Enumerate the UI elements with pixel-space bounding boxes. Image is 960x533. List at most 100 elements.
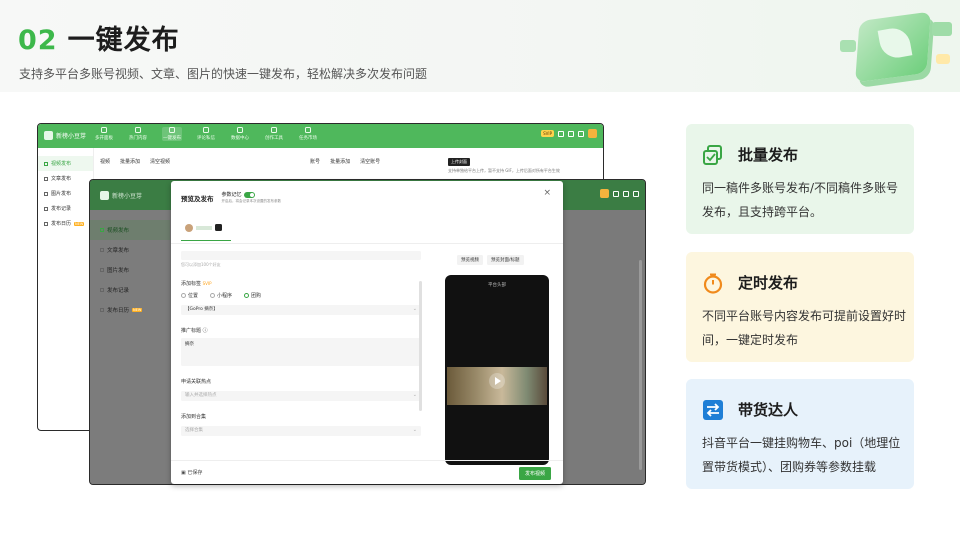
user-icon[interactable] <box>578 130 584 137</box>
phone-preview: 平台头部 <box>445 275 549 465</box>
grid-icon <box>101 127 107 133</box>
clear-account-button[interactable]: 清空账号 <box>360 158 380 165</box>
radio-location[interactable]: 位置 <box>181 292 198 299</box>
nav-tasks[interactable]: 任务市场 <box>298 127 318 141</box>
article-icon <box>44 176 48 181</box>
group-buy-select[interactable]: 【GoPro 摘奈】 <box>181 304 421 315</box>
exchange-icon <box>703 400 723 420</box>
section-title: 一键发布 <box>67 25 180 56</box>
sidebar-item-video[interactable]: 视频发布 <box>38 156 93 171</box>
shop-icon <box>305 127 311 133</box>
feature-card-batch: 批量发布 同一稿件多账号发布/不同稿件多账号发布，且支持跨平台。 <box>686 124 914 234</box>
nav-one-click-publish[interactable]: 一键发布 <box>162 127 182 141</box>
location-label: 添加标签 SVIP <box>181 281 212 287</box>
minimize-icon[interactable] <box>613 190 619 197</box>
card-body: 不同平台账号内容发布可提前设置好时间，一键定时发布 <box>702 309 907 347</box>
avatar[interactable] <box>588 129 597 138</box>
titlebar-actions-front <box>600 189 639 198</box>
section-number: 02 <box>18 25 58 56</box>
new-badge: NEW <box>74 221 85 226</box>
leaf-illustration-icon <box>836 10 956 88</box>
form-scrollbar[interactable] <box>419 281 422 411</box>
cover-tip: 上传封面 支持单独给平台上传，暂不支持 GIF，上传后面对所有平台生效 <box>448 158 560 173</box>
bell-icon[interactable] <box>558 130 564 137</box>
clear-video-button[interactable]: 清空视频 <box>150 158 170 165</box>
sidebar-item-image[interactable]: 图片发布 <box>90 260 170 280</box>
svip-badge: SVIP <box>202 281 212 286</box>
app-brand: 新榜小豆芽 <box>44 131 86 140</box>
publish-video-button[interactable]: 发布视频 <box>518 467 551 480</box>
param-memory: 参数记忆 <box>222 191 282 198</box>
video-label: 视频 <box>100 158 111 165</box>
list-icon <box>44 206 48 211</box>
close-icon[interactable]: × <box>543 188 551 198</box>
upload-cover-button[interactable]: 上传封面 <box>448 158 470 166</box>
feature-card-timing: 定时发布 不同平台账号内容发布可提前设置好时间，一键定时发布 <box>686 252 914 362</box>
scrollbar[interactable] <box>639 260 642 470</box>
account-label: 账号 <box>310 158 321 165</box>
nav-multi-panel[interactable]: 多开面板 <box>94 127 114 141</box>
modal-header: 预览及发布 参数记忆 开启后，将会记录本次设置的发布参数 <box>181 191 281 204</box>
sidebar-item-calendar[interactable]: 发布日历 NEW <box>38 216 93 231</box>
batch-add-video-button[interactable]: 批量添加 <box>120 158 140 165</box>
nav-data-center[interactable]: 数据中心 <box>230 127 250 141</box>
hotspot-select[interactable]: 输入并选择热点 <box>181 390 421 401</box>
promo-title-label: 推广标题 ⓘ <box>181 328 208 334</box>
fire-icon <box>135 127 141 133</box>
sidebar-item-image[interactable]: 图片发布 <box>38 186 93 201</box>
page-header: 02 一键发布 支持多平台多账号视频、文章、图片的快速一键发布，轻松解决多次发布问… <box>0 0 960 92</box>
sidebar-item-video[interactable]: 视频发布 <box>90 220 170 240</box>
collection-select[interactable]: 选择合集 <box>181 425 421 436</box>
app-titlebar: 新榜小豆芽 多开面板 热门内容 一键发布 评论私信 数据中心 创作工具 任务市场… <box>38 124 603 148</box>
sprout-logo-icon <box>100 191 109 200</box>
sidebar-item-records[interactable]: 发布记录 <box>38 201 93 216</box>
modal-title: 预览及发布 <box>181 195 214 203</box>
saved-status: ▣ 已保存 <box>181 470 203 476</box>
list-icon <box>100 288 104 292</box>
sidebar: 视频发布 文章发布 图片发布 发布记录 发布日历 NEW <box>38 148 94 430</box>
svip-badge: SVIP <box>541 130 554 137</box>
topic-hint: 您可以添加100个好友 <box>181 262 221 267</box>
nav-tools[interactable]: 创作工具 <box>264 127 284 141</box>
chat-icon <box>203 127 209 133</box>
video-icon <box>44 161 48 166</box>
account-name <box>196 225 212 230</box>
modal-footer: ▣ 已保存 发布视频 <box>171 460 563 484</box>
feature-card-commerce: 带货达人 抖音平台一键挂购物车、poi（地理位置带货模式）、团购券等参数挂载 <box>686 379 914 489</box>
maximize-icon[interactable] <box>623 190 629 197</box>
douyin-icon <box>215 224 222 231</box>
avatar[interactable] <box>600 189 609 198</box>
copy-icon <box>703 145 722 165</box>
sidebar-item-article[interactable]: 文章发布 <box>90 240 170 260</box>
sidebar-item-records[interactable]: 发布记录 <box>90 280 170 300</box>
phone-title: 平台头部 <box>488 283 506 288</box>
preview-video-button[interactable]: 预览视频 <box>457 255 483 265</box>
batch-add-account-button[interactable]: 批量添加 <box>330 158 350 165</box>
nav-comments[interactable]: 评论私信 <box>196 127 216 141</box>
stopwatch-icon <box>703 273 723 294</box>
radio-circle-selected <box>244 293 250 298</box>
headset-icon[interactable] <box>568 130 574 137</box>
account-tab[interactable] <box>181 215 231 241</box>
radio-mini-program[interactable]: 小程序 <box>210 292 232 299</box>
preview-publish-modal: 预览及发布 参数记忆 开启后，将会记录本次设置的发布参数 × 您可以添加100个… <box>171 181 563 484</box>
avatar <box>185 223 193 232</box>
preview-toggle: 预览视频 预览封面/标题 <box>457 255 524 265</box>
sidebar-front: 视频发布 文章发布 图片发布 发布记录 发布日历 NEW <box>90 210 170 484</box>
publish-form: 您可以添加100个好友 添加标签 SVIP 位置 小程序 团购 【GoPro 摘… <box>181 251 421 436</box>
close-icon[interactable] <box>633 190 639 197</box>
preview-cover-button[interactable]: 预览封面/标题 <box>487 255 524 265</box>
collection-label: 添加到合集 <box>181 414 207 420</box>
top-nav: 多开面板 热门内容 一键发布 评论私信 数据中心 创作工具 任务市场 <box>94 127 318 141</box>
sidebar-item-article[interactable]: 文章发布 <box>38 171 93 186</box>
image-icon <box>100 268 104 272</box>
topic-input[interactable] <box>181 251 421 260</box>
param-memory-toggle[interactable] <box>243 191 255 198</box>
promo-title-input[interactable]: 摘奈 <box>181 338 421 366</box>
play-icon[interactable] <box>489 373 505 389</box>
radio-group-buy[interactable]: 团购 <box>244 292 261 299</box>
sidebar-item-calendar[interactable]: 发布日历 NEW <box>90 300 170 320</box>
param-memory-hint: 开启后，将会记录本次设置的发布参数 <box>221 199 282 203</box>
sprout-logo-icon <box>44 131 53 140</box>
nav-hot-content[interactable]: 热门内容 <box>128 127 148 141</box>
